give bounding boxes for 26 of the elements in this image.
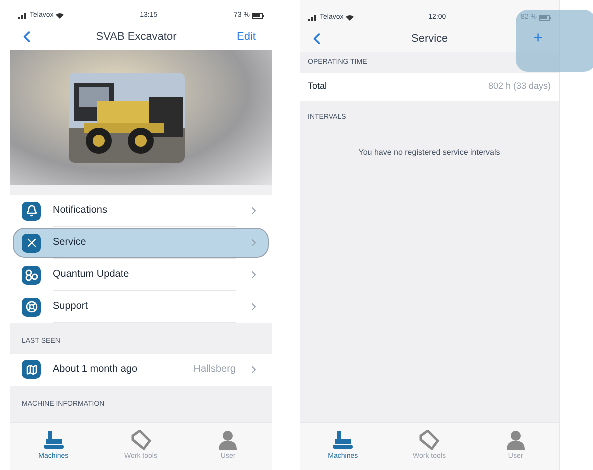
menu-item[interactable]: Support xyxy=(10,291,272,323)
last-seen-row[interactable]: About 1 month ago Hallsberg xyxy=(10,354,272,386)
lifebuoy-icon xyxy=(22,298,41,316)
wifi-icon xyxy=(346,15,354,21)
bucket-icon xyxy=(130,430,152,450)
wifi-icon xyxy=(56,13,64,19)
empty-message: You have no registered service intervals xyxy=(358,147,502,159)
menu-item[interactable]: Quantum Update xyxy=(10,259,272,291)
signal-icon xyxy=(18,13,28,19)
signal-icon xyxy=(308,15,318,21)
bell-icon xyxy=(22,202,41,220)
user-icon xyxy=(218,430,238,450)
excavator-icon xyxy=(42,430,65,450)
user-icon xyxy=(506,430,526,450)
battery-icon xyxy=(252,13,264,19)
loop-icon xyxy=(22,266,41,284)
edit-button[interactable]: Edit xyxy=(237,28,264,46)
cross-icon xyxy=(22,234,41,252)
screen-title: Service xyxy=(411,32,448,47)
menu-item[interactable]: Notifications xyxy=(10,195,272,227)
excavator-icon xyxy=(332,430,354,450)
total-row: Total 802 h (33 days) xyxy=(300,72,559,100)
map-icon xyxy=(22,360,41,379)
screen-title: SVAB Excavator xyxy=(96,30,177,45)
menu-item[interactable]: Service xyxy=(10,227,272,259)
bucket-icon xyxy=(418,430,440,450)
